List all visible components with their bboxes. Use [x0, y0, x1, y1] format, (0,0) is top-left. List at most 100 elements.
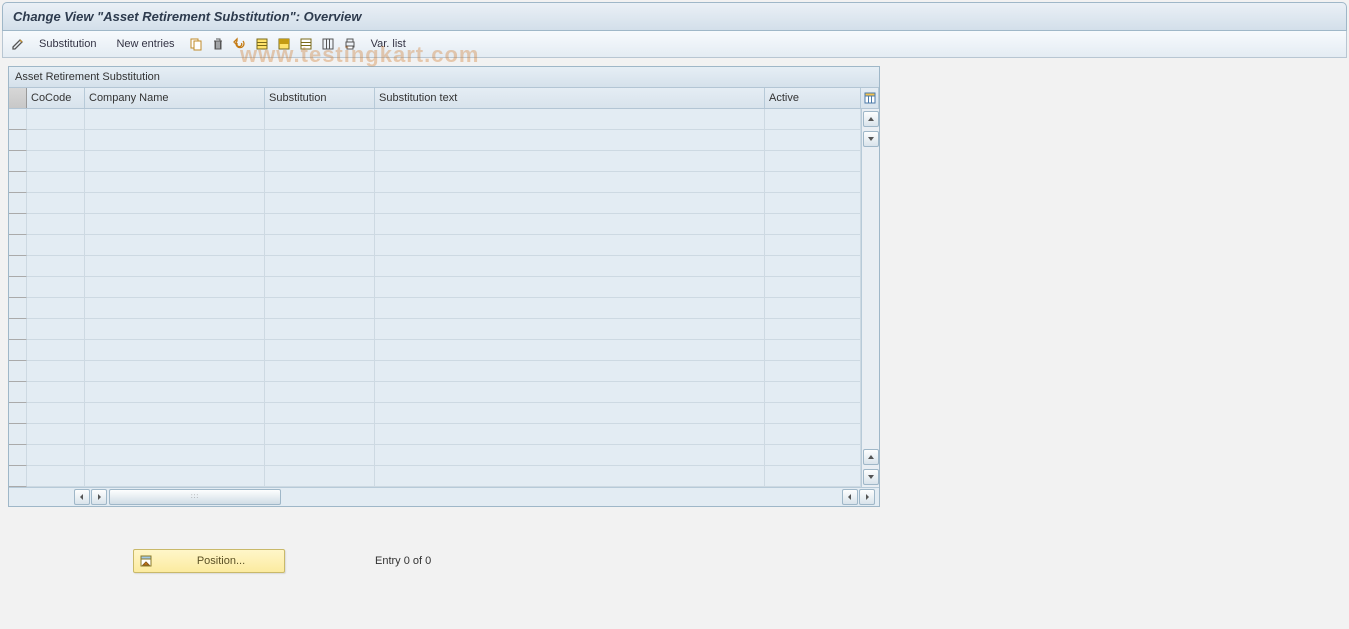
scroll-right-icon[interactable]: [859, 489, 875, 505]
cell-substitution[interactable]: [265, 235, 375, 256]
cell-active[interactable]: [765, 172, 861, 193]
cell-substitution[interactable]: [265, 403, 375, 424]
cell-cocode[interactable]: [27, 214, 85, 235]
col-header-substitution-text[interactable]: Substitution text: [375, 88, 765, 108]
cell-company-name[interactable]: [85, 361, 265, 382]
cell-company-name[interactable]: [85, 340, 265, 361]
row-selector-header[interactable]: [9, 88, 27, 108]
cell-active[interactable]: [765, 130, 861, 151]
cell-active[interactable]: [765, 277, 861, 298]
table-row[interactable]: [9, 277, 861, 298]
cell-company-name[interactable]: [85, 298, 265, 319]
cell-active[interactable]: [765, 193, 861, 214]
cell-substitution-text[interactable]: [375, 403, 765, 424]
configure-columns-icon[interactable]: [319, 35, 337, 53]
cell-cocode[interactable]: [27, 172, 85, 193]
table-row[interactable]: [9, 466, 861, 487]
cell-substitution[interactable]: [265, 109, 375, 130]
cell-company-name[interactable]: [85, 466, 265, 487]
scroll-left-end-icon[interactable]: [842, 489, 858, 505]
row-selector[interactable]: [9, 214, 27, 235]
cell-company-name[interactable]: [85, 130, 265, 151]
table-row[interactable]: [9, 403, 861, 424]
delete-icon[interactable]: [209, 35, 227, 53]
scroll-up-icon[interactable]: [863, 111, 879, 127]
table-row[interactable]: [9, 298, 861, 319]
cell-substitution[interactable]: [265, 382, 375, 403]
cell-substitution-text[interactable]: [375, 340, 765, 361]
cell-substitution[interactable]: [265, 319, 375, 340]
copy-icon[interactable]: [187, 35, 205, 53]
cell-cocode[interactable]: [27, 340, 85, 361]
row-selector[interactable]: [9, 172, 27, 193]
table-row[interactable]: [9, 445, 861, 466]
cell-cocode[interactable]: [27, 151, 85, 172]
row-selector[interactable]: [9, 193, 27, 214]
col-header-cocode[interactable]: CoCode: [27, 88, 85, 108]
cell-active[interactable]: [765, 256, 861, 277]
row-selector[interactable]: [9, 361, 27, 382]
cell-substitution-text[interactable]: [375, 361, 765, 382]
row-selector[interactable]: [9, 319, 27, 340]
row-selector[interactable]: [9, 151, 27, 172]
cell-company-name[interactable]: [85, 193, 265, 214]
row-selector[interactable]: [9, 130, 27, 151]
table-row[interactable]: [9, 340, 861, 361]
cell-substitution[interactable]: [265, 193, 375, 214]
horizontal-scrollbar[interactable]: :::: [9, 487, 879, 506]
row-selector[interactable]: [9, 298, 27, 319]
cell-cocode[interactable]: [27, 361, 85, 382]
cell-active[interactable]: [765, 340, 861, 361]
row-selector[interactable]: [9, 466, 27, 487]
cell-substitution[interactable]: [265, 424, 375, 445]
scroll-right-inner-icon[interactable]: [91, 489, 107, 505]
cell-active[interactable]: [765, 298, 861, 319]
cell-company-name[interactable]: [85, 382, 265, 403]
cell-active[interactable]: [765, 214, 861, 235]
display-change-toggle-icon[interactable]: [9, 35, 27, 53]
cell-active[interactable]: [765, 361, 861, 382]
cell-substitution-text[interactable]: [375, 466, 765, 487]
row-selector[interactable]: [9, 403, 27, 424]
row-selector[interactable]: [9, 340, 27, 361]
cell-substitution-text[interactable]: [375, 109, 765, 130]
row-selector[interactable]: [9, 256, 27, 277]
cell-substitution[interactable]: [265, 340, 375, 361]
cell-cocode[interactable]: [27, 403, 85, 424]
cell-substitution[interactable]: [265, 214, 375, 235]
cell-substitution-text[interactable]: [375, 382, 765, 403]
cell-substitution-text[interactable]: [375, 235, 765, 256]
cell-substitution-text[interactable]: [375, 151, 765, 172]
cell-substitution[interactable]: [265, 445, 375, 466]
scroll-down-icon[interactable]: [863, 469, 879, 485]
table-row[interactable]: [9, 361, 861, 382]
cell-cocode[interactable]: [27, 193, 85, 214]
cell-cocode[interactable]: [27, 319, 85, 340]
cell-substitution[interactable]: [265, 277, 375, 298]
table-config-icon[interactable]: [861, 88, 879, 108]
table-row[interactable]: [9, 130, 861, 151]
cell-company-name[interactable]: [85, 424, 265, 445]
col-header-substitution[interactable]: Substitution: [265, 88, 375, 108]
cell-active[interactable]: [765, 403, 861, 424]
vertical-scrollbar[interactable]: [861, 109, 879, 487]
cell-active[interactable]: [765, 319, 861, 340]
position-button[interactable]: Position...: [133, 549, 285, 573]
select-block-icon[interactable]: [275, 35, 293, 53]
scroll-left-icon[interactable]: [74, 489, 90, 505]
cell-cocode[interactable]: [27, 277, 85, 298]
cell-active[interactable]: [765, 445, 861, 466]
row-selector[interactable]: [9, 382, 27, 403]
new-entries-button[interactable]: New entries: [108, 38, 182, 50]
cell-substitution-text[interactable]: [375, 172, 765, 193]
cell-cocode[interactable]: [27, 109, 85, 130]
cell-company-name[interactable]: [85, 214, 265, 235]
cell-cocode[interactable]: [27, 130, 85, 151]
cell-cocode[interactable]: [27, 298, 85, 319]
row-selector[interactable]: [9, 109, 27, 130]
var-list-button[interactable]: Var. list: [363, 38, 414, 50]
row-selector[interactable]: [9, 445, 27, 466]
cell-substitution[interactable]: [265, 361, 375, 382]
cell-substitution[interactable]: [265, 466, 375, 487]
cell-company-name[interactable]: [85, 172, 265, 193]
